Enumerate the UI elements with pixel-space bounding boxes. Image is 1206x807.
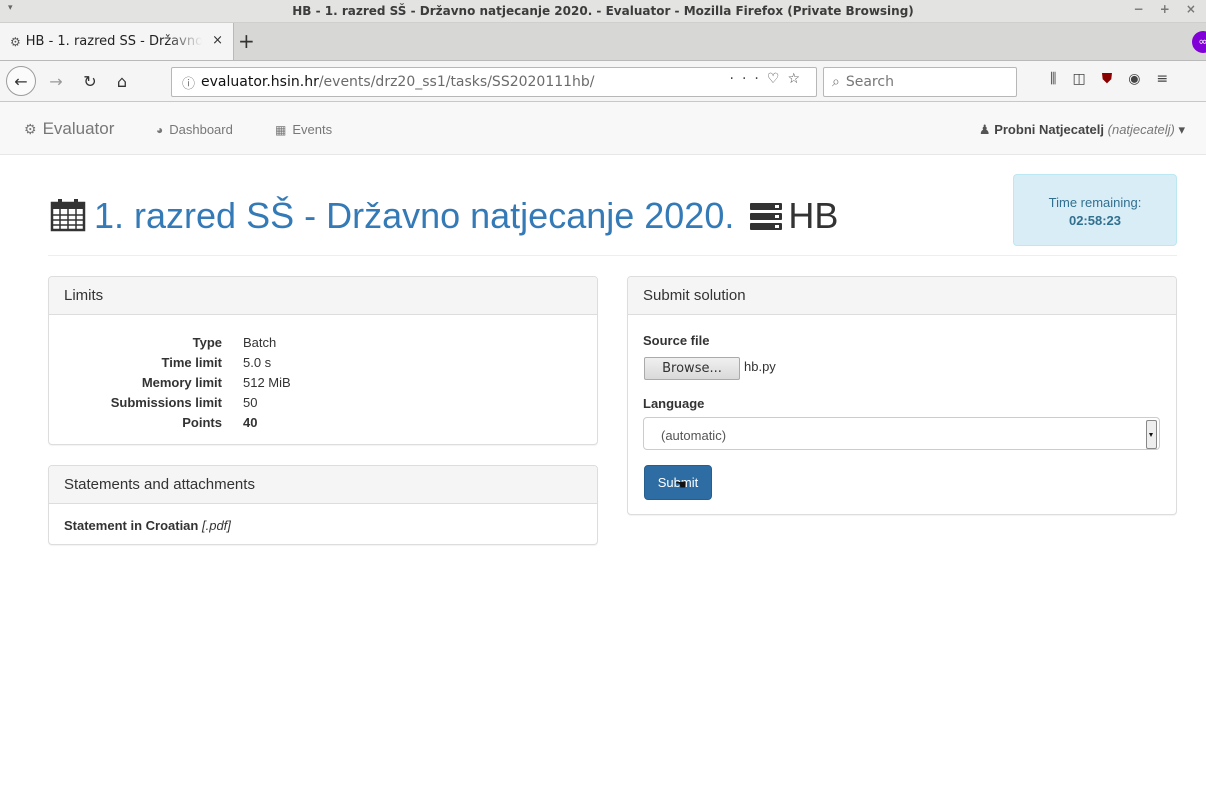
sidebar-icon[interactable]: ◫ xyxy=(1072,71,1085,87)
cogs-icon: ⚙ xyxy=(10,34,21,49)
limit-value: 5.0 s xyxy=(243,355,272,370)
source-file-label: Source file xyxy=(643,333,710,348)
statements-heading: Statements and attachments xyxy=(49,466,597,504)
limits-heading: Limits xyxy=(49,277,597,315)
url-actions[interactable]: ···♡☆ xyxy=(730,71,808,87)
limit-row: Memory limit 512 MiB xyxy=(49,373,291,393)
bookmark-star-icon[interactable]: ☆ xyxy=(787,71,808,87)
limit-key: Points xyxy=(182,415,222,430)
home-icon: ⌂ xyxy=(116,71,128,91)
window-titlebar: ▾ HB - 1. razred SŠ - Državno natjecanje… xyxy=(0,0,1206,23)
browser-toolbar: ← → ↻ ⌂ ⓘ evaluator.hsin.hr/events/drz20… xyxy=(0,61,1206,102)
forward-button[interactable]: → xyxy=(44,68,68,94)
limits-panel: Limits Type Batch Time limit 5.0 s Memory … xyxy=(48,276,598,445)
limit-key: Time limit xyxy=(161,355,222,370)
caret-down-icon: ▾ xyxy=(1178,122,1185,137)
limit-key: Type xyxy=(192,335,222,350)
selected-file-name: hb.py xyxy=(744,359,776,374)
tab-title: HB - 1. razred SŠ - Državno natjecanje 2… xyxy=(25,34,202,49)
user-name: Probni Natjecatelj xyxy=(994,122,1105,137)
statements-panel: Statements and attachments Statement in … xyxy=(48,465,598,545)
limit-value: 40 xyxy=(243,415,258,430)
site-navbar: ⚙ Evaluator ◕ Dashboard ▦ Events ♟ Probni N… xyxy=(0,102,1206,155)
browse-button[interactable]: Browse... xyxy=(644,357,740,380)
page-actions-icon[interactable]: ··· xyxy=(730,71,767,87)
menu-icon[interactable]: ≡ xyxy=(1156,71,1168,87)
limit-row: Points 40 xyxy=(49,413,291,433)
statement-link-ext: [.pdf] xyxy=(201,518,231,533)
statement-link[interactable]: Statement in Croatian [.pdf] xyxy=(64,518,231,533)
nav-events[interactable]: ▦ Events xyxy=(275,122,332,137)
limit-key: Submissions limit xyxy=(110,395,222,410)
brand-name: Evaluator xyxy=(42,119,115,138)
tab-evaluator[interactable]: ⚙ HB - 1. razred SŠ - Državno natjecanje… xyxy=(0,23,234,60)
private-browsing-icon: ∞ xyxy=(1192,31,1206,53)
new-tab-button[interactable]: + xyxy=(238,29,255,53)
task-code: HB xyxy=(788,195,839,236)
tab-close-button[interactable]: × xyxy=(212,33,223,48)
submit-panel: Submit solution Source file Browse... hb… xyxy=(627,276,1177,515)
user-username: (natjecatelj) xyxy=(1107,122,1175,137)
url-path: /events/drz20_ss1/tasks/SS2020111hb/ xyxy=(318,74,595,90)
hand-cursor-icon: ☚ xyxy=(675,478,687,493)
search-bar[interactable]: ⌕ Search xyxy=(823,67,1017,97)
pocket-icon[interactable]: ♡ xyxy=(767,71,788,87)
language-select-value: (automatic) xyxy=(661,428,727,443)
limits-table: Type Batch Time limit 5.0 s Memory limit 51… xyxy=(49,333,291,433)
search-placeholder: Search xyxy=(845,74,894,90)
limit-row: Submissions limit 50 xyxy=(49,393,291,413)
nav-dashboard[interactable]: ◕ Dashboard xyxy=(156,122,233,137)
tasks-icon xyxy=(750,203,783,230)
event-title-link[interactable]: 1. razred SŠ - Državno natjecanje 2020. xyxy=(94,195,734,236)
statement-link-text: Statement in Croatian xyxy=(64,518,199,533)
user-icon: ♟ xyxy=(978,122,991,137)
title-divider xyxy=(48,255,1177,256)
limit-row: Time limit 5.0 s xyxy=(49,353,291,373)
cogs-icon: ⚙ xyxy=(24,121,37,137)
reload-button[interactable]: ↻ xyxy=(78,68,102,94)
language-select[interactable]: (automatic) xyxy=(643,417,1160,450)
extension-icon[interactable]: ◉ xyxy=(1128,71,1140,87)
search-icon: ⌕ xyxy=(832,74,840,90)
limit-value: 50 xyxy=(243,395,258,410)
tab-strip: ⚙ HB - 1. razred SŠ - Državno natjecanje… xyxy=(0,23,1206,61)
url-host: evaluator.hsin.hr xyxy=(201,74,319,90)
time-remaining-value: 02:58:23 xyxy=(1068,213,1122,228)
language-label: Language xyxy=(643,396,705,411)
calendar-icon: ▦ xyxy=(275,123,287,137)
nav-events-label: Events xyxy=(292,122,333,137)
back-button[interactable]: ← xyxy=(6,66,36,96)
url-bar[interactable]: ⓘ evaluator.hsin.hr/events/drz20_ss1/tas… xyxy=(171,67,817,97)
page-title: 1. razred SŠ - Državno natjecanje 2020. … xyxy=(50,195,838,237)
user-menu[interactable]: ♟ Probni Natjecatelj (natjecatelj) ▾ xyxy=(979,122,1185,138)
window-controls[interactable]: − + × xyxy=(1133,2,1202,16)
arrow-left-icon: ← xyxy=(14,71,28,91)
ublock-icon[interactable]: ⛊ xyxy=(1102,71,1113,87)
window-menu-icon[interactable]: ▾ xyxy=(8,3,13,13)
select-arrow-icon xyxy=(1146,420,1157,449)
time-remaining-label: Time remaining: xyxy=(1048,195,1142,210)
reload-icon: ↻ xyxy=(83,71,97,91)
limit-row: Type Batch xyxy=(49,333,291,353)
library-icon[interactable]: ⫼ xyxy=(1050,71,1056,87)
limit-value: 512 MiB xyxy=(243,375,291,390)
submit-heading: Submit solution xyxy=(628,277,1176,315)
toolbar-icons: ⫼ ◫ ⛊ ◉ ≡ xyxy=(1050,71,1168,87)
dashboard-icon: ◕ xyxy=(156,123,164,137)
limit-value: Batch xyxy=(243,335,277,350)
nav-dashboard-label: Dashboard xyxy=(169,122,233,137)
brand-link[interactable]: ⚙ Evaluator xyxy=(24,119,114,139)
limit-key: Memory limit xyxy=(141,375,222,390)
arrow-right-icon: → xyxy=(49,71,63,91)
info-icon[interactable]: ⓘ xyxy=(182,73,195,92)
home-button[interactable]: ⌂ xyxy=(110,68,134,94)
time-remaining-box: Time remaining: 02:58:23 xyxy=(1013,174,1177,246)
window-title: HB - 1. razred SŠ - Državno natjecanje 2… xyxy=(292,4,914,18)
calendar-icon xyxy=(50,199,86,232)
